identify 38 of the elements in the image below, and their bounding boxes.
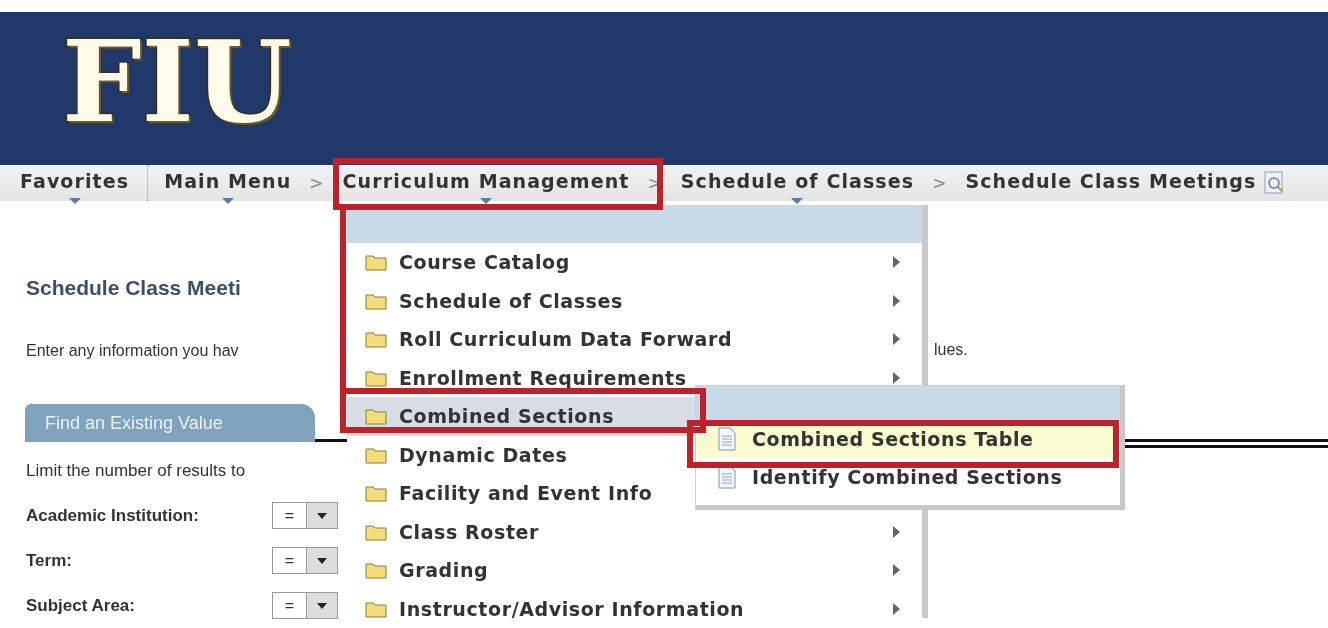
instructions-text: Enter any information you hav (26, 342, 239, 360)
menu-item[interactable]: Class Roster (347, 512, 922, 551)
menu-item[interactable]: Course Catalog (347, 243, 922, 282)
breadcrumb-link[interactable]: Main Menu (164, 170, 292, 196)
submenu-item[interactable]: Identify Combined Sections (696, 458, 1120, 496)
folder-icon (365, 561, 387, 580)
menu-item[interactable]: Enrollment Requirements (347, 358, 922, 397)
folder-icon (365, 330, 387, 349)
operator-select[interactable]: = (272, 547, 338, 574)
operator-select[interactable]: = (272, 592, 338, 619)
breadcrumb-link[interactable]: Curriculum Management (342, 170, 630, 196)
folder-icon (365, 522, 387, 541)
folder-icon (365, 484, 387, 503)
instructions-text: lues. (934, 341, 968, 359)
folder-icon (365, 291, 387, 310)
folder-icon (365, 368, 387, 387)
folder-icon (365, 407, 387, 426)
breadcrumb-separator: > (309, 173, 324, 193)
field-label: Term: (26, 550, 73, 571)
breadcrumb-link[interactable]: Favorites (20, 170, 130, 196)
menu-item[interactable]: Grading (347, 551, 922, 590)
menu-item[interactable]: Schedule of Classes (347, 281, 922, 320)
document-icon (718, 427, 736, 451)
limit-results-text: Limit the number of results to (26, 461, 246, 481)
document-icon (718, 465, 736, 489)
field-label: Subject Area: (26, 595, 136, 616)
breadcrumb-link[interactable]: Schedule Class Meetings (965, 170, 1257, 196)
operator-select[interactable]: = (272, 502, 338, 529)
folder-icon (365, 253, 387, 272)
folder-icon (365, 445, 387, 464)
page-title: Schedule Class Meeti (26, 276, 241, 300)
breadcrumb-link[interactable]: Schedule of Classes (680, 170, 915, 196)
field-label: Academic Institution: (26, 505, 200, 526)
folder-icon (365, 599, 387, 618)
menu-item[interactable]: Roll Curriculum Data Forward (347, 320, 922, 359)
menu-item[interactable]: Instructor/Advisor Information (347, 589, 922, 628)
breadcrumb-separator: > (932, 173, 947, 193)
logo: FIU (62, 26, 292, 138)
